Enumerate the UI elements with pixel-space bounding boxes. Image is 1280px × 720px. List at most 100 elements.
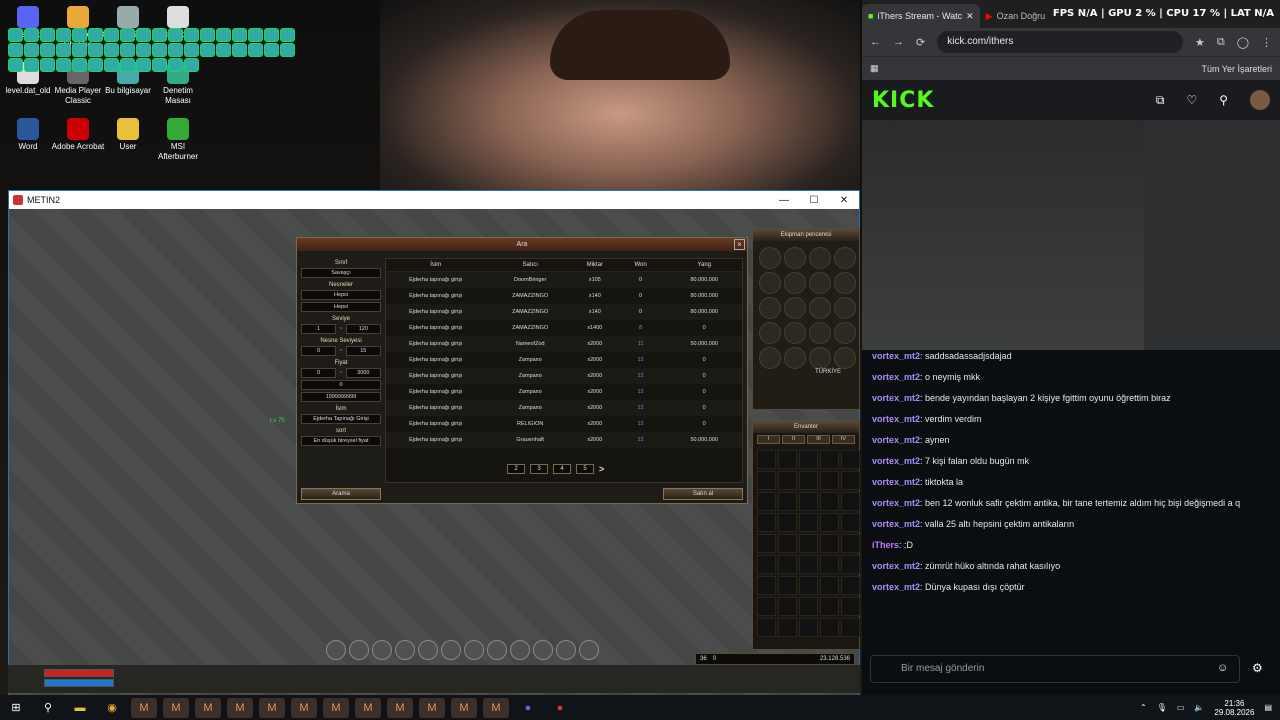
item-type-select[interactable]: Hepsi <box>301 290 381 300</box>
table-row[interactable]: Ejderha tapınağı girişi Zampano x2000 12 0 <box>386 400 742 416</box>
table-row[interactable]: Ejderha tapınağı girişi Zampano x2000 12 0 <box>386 384 742 400</box>
inventory-slot[interactable] <box>757 597 776 616</box>
metin2-task-icon[interactable]: M <box>355 697 381 718</box>
metin2-task-icon[interactable]: M <box>387 697 413 718</box>
page-button[interactable]: 5 <box>576 464 594 474</box>
inventory-slot[interactable] <box>757 534 776 553</box>
inventory-slot[interactable] <box>841 513 860 532</box>
chat-username[interactable]: vortex_mt2 <box>872 582 920 592</box>
table-row[interactable]: Ejderha tapınağı girişi NameofZod x2000 11 5… <box>386 336 742 352</box>
apps-icon[interactable]: ▦ <box>870 63 879 74</box>
inventory-slot[interactable] <box>778 618 797 637</box>
microphone-icon[interactable]: 🎙 <box>1157 703 1167 712</box>
inventory-slot[interactable] <box>820 576 839 595</box>
inventory-slot[interactable] <box>778 597 797 616</box>
all-bookmarks[interactable]: Tüm Yer İşaretleri <box>1201 64 1272 74</box>
sort-select[interactable]: En düşük bireysel fiyat <box>301 436 381 446</box>
inventory-slot[interactable] <box>841 555 860 574</box>
metin2-task-icon[interactable]: M <box>291 697 317 718</box>
inventory-slot[interactable] <box>778 576 797 595</box>
chat-username[interactable]: vortex_mt2 <box>872 477 920 487</box>
settings-gear-icon[interactable]: ⚙ <box>1252 661 1263 675</box>
volume-icon[interactable]: 🔈 <box>1194 703 1204 712</box>
tab-ozan-dogru[interactable]: ▶ Ozan Doğru <box>980 4 1051 28</box>
inventory-tab[interactable]: I <box>757 435 780 444</box>
inventory-slot[interactable] <box>757 576 776 595</box>
notifications-icon[interactable]: ▤ <box>1264 703 1272 712</box>
maximize-button[interactable]: ☐ <box>799 195 829 206</box>
chat-username[interactable]: vortex_mt2 <box>872 372 920 382</box>
price-yang-max-input[interactable]: 1999999999 <box>301 392 381 402</box>
kick-logo[interactable]: KICK <box>872 88 934 113</box>
inventory-slot[interactable] <box>799 618 818 637</box>
desktop-icon[interactable]: MSI Afterburner <box>150 114 206 162</box>
inventory-slot[interactable] <box>799 450 818 469</box>
chat-username[interactable]: vortex_mt2 <box>872 561 920 571</box>
inventory-slot[interactable] <box>841 534 860 553</box>
table-row[interactable]: Ejderha tapınağı girişi DoomBringer x105 0 8… <box>386 272 742 288</box>
next-page-button[interactable]: > <box>599 464 604 474</box>
menu-button[interactable] <box>556 640 576 660</box>
menu-icon[interactable]: ⋮ <box>1261 36 1272 49</box>
page-button[interactable]: 2 <box>507 464 525 474</box>
desktop-icon[interactable]: Word <box>0 114 56 152</box>
search-icon[interactable]: ⚲ <box>35 698 61 718</box>
buy-button[interactable]: Satın al <box>663 488 743 500</box>
inventory-slot[interactable] <box>820 555 839 574</box>
table-row[interactable]: Ejderha tapınağı girişi ZAMAZZINGO x1400 8 0 <box>386 320 742 336</box>
inventory-slot[interactable] <box>820 513 839 532</box>
inventory-slot[interactable] <box>799 597 818 616</box>
item-subtype-select[interactable]: Hepsi <box>301 302 381 312</box>
metin2-task-icon[interactable]: M <box>163 697 189 718</box>
inventory-slot[interactable] <box>841 450 860 469</box>
reload-icon[interactable]: ⟳ <box>916 36 925 49</box>
chat-username[interactable]: iThers <box>872 540 899 550</box>
equipment-slot[interactable] <box>759 272 781 294</box>
menu-button[interactable] <box>487 640 507 660</box>
inventory-tab[interactable]: IV <box>832 435 855 444</box>
equipment-slot[interactable] <box>809 272 831 294</box>
recorder-task-icon[interactable]: ● <box>547 698 573 718</box>
inventory-slot[interactable] <box>757 555 776 574</box>
item-level-max-input[interactable]: 15 <box>345 346 381 356</box>
equipment-slot[interactable] <box>809 347 831 369</box>
equipment-slot[interactable] <box>809 322 831 344</box>
back-icon[interactable]: ← <box>870 36 881 48</box>
menu-button[interactable] <box>510 640 530 660</box>
metin2-task-icon[interactable]: M <box>259 697 285 718</box>
table-row[interactable]: Ejderha tapınağı girişi Zampano x2000 12 0 <box>386 352 742 368</box>
minimize-button[interactable]: — <box>769 195 799 206</box>
inventory-slot[interactable] <box>799 555 818 574</box>
search-icon[interactable]: ⚲ <box>1219 93 1228 107</box>
menu-button[interactable] <box>349 640 369 660</box>
column-header[interactable]: İsim <box>386 259 485 271</box>
menu-button[interactable] <box>418 640 438 660</box>
inventory-tab[interactable]: II <box>782 435 805 444</box>
metin2-task-icon[interactable]: M <box>195 697 221 718</box>
equipment-slot[interactable] <box>759 322 781 344</box>
chat-input[interactable]: Bir mesaj gönderin <box>870 655 1240 683</box>
discord-task-icon[interactable]: ● <box>515 698 541 718</box>
start-icon[interactable]: ⊞ <box>3 698 29 718</box>
equipment-slot[interactable] <box>809 247 831 269</box>
close-tab-icon[interactable]: ✕ <box>966 11 974 22</box>
search-close-button[interactable]: × <box>734 239 745 250</box>
chat-username[interactable]: vortex_mt2 <box>872 456 920 466</box>
level-max-input[interactable]: 120 <box>345 324 381 334</box>
inventory-slot[interactable] <box>820 471 839 490</box>
chat-username[interactable]: vortex_mt2 <box>872 351 920 361</box>
price-won-min-input[interactable]: 0 <box>301 368 337 378</box>
chat-username[interactable]: vortex_mt2 <box>872 435 920 445</box>
table-row[interactable]: Ejderha tapınağı girişi Grauenhaft x2000 12… <box>386 432 742 448</box>
inventory-slot[interactable] <box>799 513 818 532</box>
metin2-task-icon[interactable]: M <box>483 697 509 718</box>
metin2-task-icon[interactable]: M <box>227 697 253 718</box>
chrome-icon[interactable]: ◉ <box>99 698 125 718</box>
inventory-slot[interactable] <box>799 471 818 490</box>
price-won-max-input[interactable]: 3000 <box>345 368 381 378</box>
class-select[interactable]: Savaşçı <box>301 268 381 278</box>
equipment-slot[interactable] <box>834 297 856 319</box>
equipment-slot[interactable] <box>759 297 781 319</box>
inventory-slot[interactable] <box>778 450 797 469</box>
forward-icon[interactable]: → <box>893 36 904 48</box>
